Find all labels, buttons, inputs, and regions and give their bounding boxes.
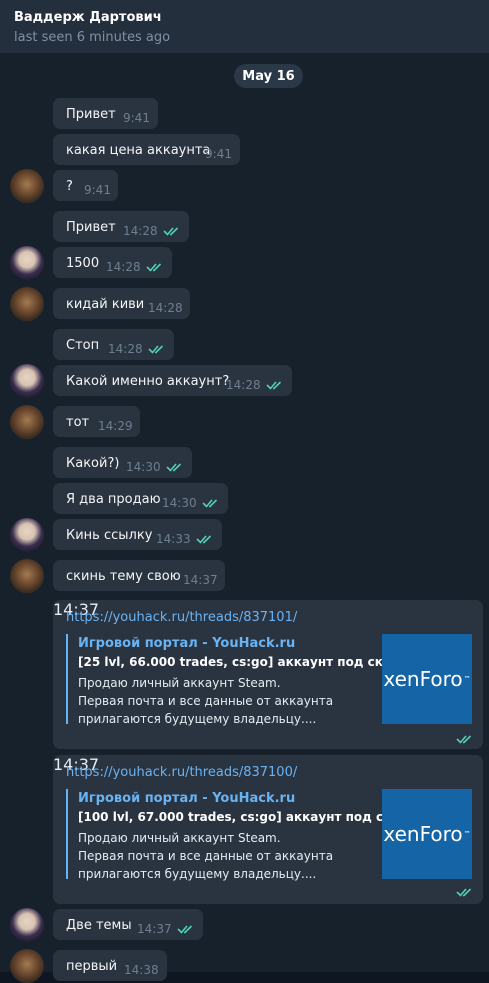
message-bubble[interactable]: ? 9:41 <box>53 170 118 201</box>
message-text: Привет <box>66 220 116 235</box>
message-link[interactable]: https://youhack.ru/threads/837101/ <box>66 610 297 625</box>
message-text: Стоп <box>66 338 100 353</box>
message-time: 14:37 <box>183 573 218 587</box>
message-time: 14:28 <box>148 301 183 315</box>
message-text: Я два продаю <box>66 492 161 507</box>
message-text: Привет <box>66 107 116 122</box>
read-receipt-icon <box>146 263 162 272</box>
contact-name[interactable]: Ваддерж Дартович <box>14 10 162 25</box>
link-description-line: прилагаются будущему владельцу.... <box>78 867 317 881</box>
message-time: 9:41 <box>123 111 150 125</box>
message-text: Какой именно аккаунт? <box>66 374 230 389</box>
user-avatar[interactable] <box>10 518 44 552</box>
link-site-name: Игровой портал - YouHack.ru <box>78 636 296 651</box>
message-time: 9:41 <box>205 147 232 161</box>
message-link[interactable]: https://youhack.ru/threads/837100/ <box>66 765 297 780</box>
contact-avatar[interactable] <box>10 287 44 321</box>
message-text: кидай киви <box>66 297 145 312</box>
message-time: 14:30 <box>162 496 197 510</box>
link-description-line: Первая почта и все данные от аккаунта <box>78 694 334 708</box>
link-site-name: Игровой портал - YouHack.ru <box>78 791 296 806</box>
message-text: тот <box>66 415 90 430</box>
link-description-line: Первая почта и все данные от аккаунта <box>78 849 334 863</box>
message-time: 14:28 <box>106 260 141 274</box>
user-avatar[interactable] <box>10 364 44 398</box>
read-receipt-icon <box>196 535 212 544</box>
link-description-line: Продаю личный аккаунт Steam. <box>78 831 281 845</box>
chat-header[interactable]: Ваддерж Дартович last seen 6 minutes ago <box>0 0 489 53</box>
xenforo-logo: xenForo <box>383 822 463 846</box>
trademark-glyph: ™ <box>463 675 471 683</box>
link-thumbnail[interactable]: xenForo ™ <box>382 789 472 879</box>
link-description: Продаю личный аккаунт Steam. Первая почт… <box>78 829 333 883</box>
link-description-line: прилагаются будущему владельцу.... <box>78 712 317 726</box>
link-preview-message[interactable]: https://youhack.ru/threads/837100/ Игров… <box>53 755 483 904</box>
message-text: какая цена аккаунта <box>66 143 211 158</box>
message-text: Какой?) <box>66 456 120 471</box>
message-bubble[interactable]: Стоп 14:28 <box>53 329 174 360</box>
message-bubble[interactable]: скинь тему свою 14:37 <box>53 560 225 591</box>
message-text: Кинь ссылку <box>66 528 153 543</box>
trademark-glyph: ™ <box>463 830 471 838</box>
xenforo-logo: xenForo <box>383 667 463 691</box>
message-bubble[interactable]: Я два продаю 14:30 <box>53 483 228 514</box>
contact-avatar[interactable] <box>10 405 44 439</box>
message-time: 14:38 <box>124 963 159 977</box>
link-description-line: Продаю личный аккаунт Steam. <box>78 676 281 690</box>
contact-avatar[interactable] <box>10 169 44 203</box>
read-receipt-icon <box>202 499 218 508</box>
link-preview[interactable]: Игровой портал - YouHack.ru [25 lvl, 66.… <box>66 634 472 726</box>
message-bubble[interactable]: Привет 14:28 <box>53 211 189 242</box>
message-bubble[interactable]: кидай киви 14:28 <box>53 288 190 319</box>
message-time: 14:30 <box>126 460 161 474</box>
contact-status: last seen 6 minutes ago <box>14 30 171 45</box>
contact-avatar[interactable] <box>10 949 44 983</box>
message-time: 14:28 <box>108 342 143 356</box>
user-avatar[interactable] <box>10 246 44 280</box>
contact-avatar[interactable] <box>10 559 44 593</box>
link-preview[interactable]: Игровой портал - YouHack.ru [100 lvl, 67… <box>66 789 472 881</box>
read-receipt-icon <box>166 463 182 472</box>
link-preview-message[interactable]: https://youhack.ru/threads/837101/ Игров… <box>53 600 483 749</box>
message-text: 1500 <box>66 256 100 271</box>
read-receipt-icon <box>456 735 472 744</box>
link-title: [100 lvl, 67.000 trades, cs:go] аккаунт … <box>78 810 410 824</box>
message-bubble[interactable]: Кинь ссылку 14:33 <box>53 519 222 550</box>
message-bubble[interactable]: тот 14:29 <box>53 406 140 437</box>
message-bubble[interactable]: Какой именно аккаунт? 14:28 <box>53 365 292 396</box>
message-bubble[interactable]: какая цена аккаунта 9:41 <box>53 134 240 165</box>
read-receipt-icon <box>456 888 472 897</box>
user-avatar[interactable] <box>10 908 44 942</box>
date-separator: May 16 <box>234 64 303 88</box>
message-bubble[interactable]: 1500 14:28 <box>53 247 172 278</box>
message-time: 14:28 <box>123 224 158 238</box>
read-receipt-icon <box>177 925 193 934</box>
link-thumbnail[interactable]: xenForo ™ <box>382 634 472 724</box>
message-text: скинь тему свою <box>66 569 181 584</box>
read-receipt-icon <box>266 381 282 390</box>
message-bubble[interactable]: Какой?) 14:30 <box>53 447 192 478</box>
message-bubble[interactable]: первый 14:38 <box>53 950 167 981</box>
message-bubble[interactable]: Привет 9:41 <box>53 98 158 129</box>
message-time: 14:29 <box>98 419 133 433</box>
message-time: 14:37 <box>137 922 172 936</box>
message-time: 14:33 <box>156 532 191 546</box>
read-receipt-icon <box>148 345 164 354</box>
message-text: Две темы <box>66 918 132 933</box>
link-description: Продаю личный аккаунт Steam. Первая почт… <box>78 674 333 728</box>
read-receipt-icon <box>163 227 179 236</box>
link-title: [25 lvl, 66.000 trades, cs:go] аккаунт п… <box>78 655 401 669</box>
message-time: 9:41 <box>84 183 111 197</box>
message-time: 14:28 <box>226 378 261 392</box>
message-bubble[interactable]: Две темы 14:37 <box>53 909 203 940</box>
message-text: ? <box>66 179 73 194</box>
